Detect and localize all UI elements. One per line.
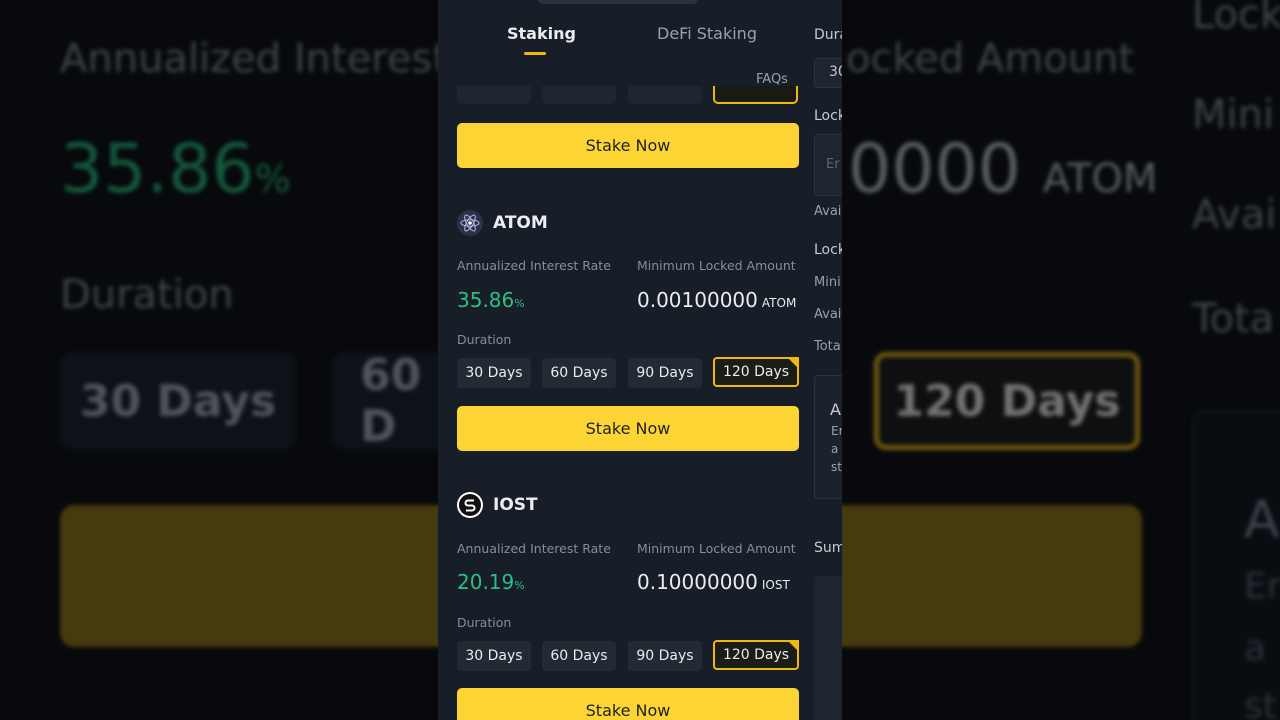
prev-day-30-button[interactable] (457, 86, 531, 104)
tab-bar: Staking DeFi Staking (438, 0, 814, 60)
bg-duration-label: Duration (60, 272, 234, 318)
faqs-link[interactable]: FAQs (756, 72, 788, 87)
sliver-tota-label: Tota (814, 339, 841, 354)
min-locked-value: 0.00100000 ATOM (637, 288, 797, 312)
sliver-card-a: A (830, 400, 841, 419)
day-120-label: 120 Days (722, 647, 790, 663)
iost-icon (457, 492, 483, 518)
sliver-avai-label: Avai (814, 307, 842, 322)
bg-card-en: Er (1244, 566, 1280, 607)
sliver-summary-card (814, 576, 842, 720)
day-60-button[interactable]: 60 Days (542, 358, 616, 388)
rate-label: Annualized Interest Rate (457, 541, 611, 556)
min-locked-label: Minimum Locked Amount (637, 541, 796, 556)
day-120-button-selected[interactable]: 120 Days (713, 357, 799, 387)
staking-screen: Staking DeFi Staking FAQs Stake Now ATOM… (438, 0, 842, 720)
bg-lock-label: Lock (1192, 0, 1280, 38)
bg-min-locked-value: 0000 ATOM (848, 130, 1158, 209)
day-90-button[interactable]: 90 Days (628, 358, 702, 388)
atom-icon (457, 210, 483, 236)
duration-label: Duration (457, 615, 512, 630)
adjacent-panel-sliver: Dura 30 Lock Er Avail Lock Mini Avai Tot… (814, 0, 842, 720)
bg-card-st: st (1244, 686, 1277, 720)
rate-value: 20.19% (457, 570, 525, 594)
min-locked-value: 0.10000000 IOST (637, 570, 790, 594)
sliver-mini-label: Mini (814, 275, 841, 290)
sliver-lock-label-2: Lock (814, 242, 842, 258)
bg-min-locked-label: ocked Amount (846, 36, 1135, 82)
stake-now-button[interactable]: Stake Now (457, 123, 799, 168)
sliver-lock-label: Lock (814, 108, 842, 124)
selected-check-icon (787, 640, 799, 652)
product-name: IOST (493, 495, 538, 515)
bg-day-120: 120 Days (874, 352, 1140, 450)
sliver-card-en: Er (831, 424, 842, 438)
sliver-summary-label: Sum (814, 540, 842, 556)
sliver-day-text: 30 (829, 64, 842, 80)
product-name: ATOM (493, 213, 548, 233)
day-30-button[interactable]: 30 Days (457, 641, 531, 671)
sliver-duration-label: Dura (814, 27, 842, 43)
min-locked-label: Minimum Locked Amount (637, 258, 796, 273)
stake-now-button-atom[interactable]: Stake Now (457, 406, 799, 451)
day-60-button[interactable]: 60 Days (542, 641, 616, 671)
sliver-card-st: st (831, 460, 842, 474)
prev-day-120-button[interactable] (713, 86, 798, 104)
sliver-amount-input[interactable]: Er (814, 134, 842, 196)
bg-avai-label: Avai (1192, 192, 1277, 238)
day-120-label: 120 Days (722, 364, 790, 380)
day-90-button[interactable]: 90 Days (628, 641, 702, 671)
rate-label: Annualized Interest Rate (457, 258, 611, 273)
tab-defi-staking[interactable]: DeFi Staking (657, 24, 757, 43)
bg-day-30: 30 Days (60, 352, 296, 450)
rate-value: 35.86% (457, 288, 525, 312)
product-header-iost: IOST (457, 492, 538, 518)
bg-card-a: A (1244, 490, 1280, 550)
sliver-card-a2: a (831, 442, 839, 456)
selected-check-icon (787, 357, 799, 369)
day-30-button[interactable]: 30 Days (457, 358, 531, 388)
bg-mini-label: Mini (1192, 92, 1275, 138)
bg-day-60: 60 D (332, 350, 452, 452)
sliver-avail-label: Avail (814, 204, 842, 219)
prev-day-60-button[interactable] (542, 86, 616, 104)
prev-day-90-button[interactable] (628, 86, 702, 104)
day-120-button-selected[interactable]: 120 Days (713, 640, 799, 670)
tab-staking[interactable]: Staking (507, 24, 576, 43)
active-tab-indicator (524, 52, 546, 55)
stake-now-button-iost[interactable]: Stake Now (457, 688, 799, 720)
bg-rate-label: Annualized Interest (60, 36, 449, 82)
bg-rate-value: 35.86% (60, 130, 291, 209)
sliver-input-placeholder: Er (826, 157, 840, 172)
bg-side-card (1192, 410, 1280, 720)
bg-card-a2: a (1244, 628, 1267, 669)
bg-tota-label: Tota (1192, 296, 1275, 342)
sliver-day-box[interactable]: 30 (814, 58, 842, 88)
duration-label: Duration (457, 332, 512, 347)
product-header-atom: ATOM (457, 210, 548, 236)
sliver-info-card: A Er a st (814, 375, 842, 499)
